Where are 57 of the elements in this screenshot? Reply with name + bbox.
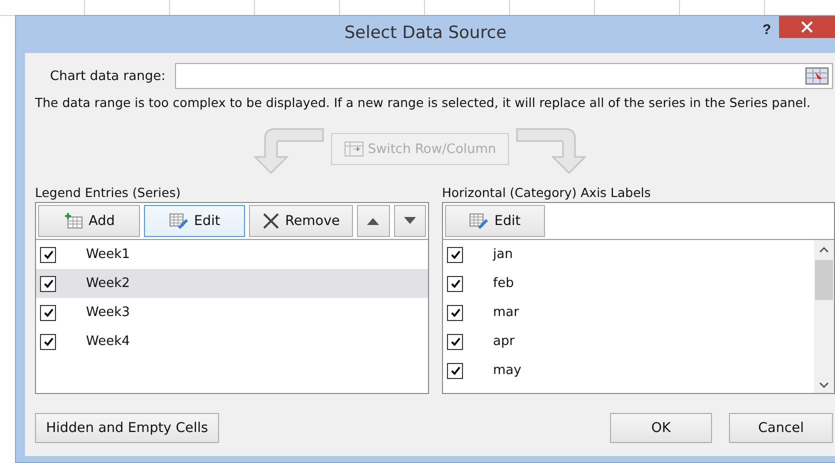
edit-table-icon: [169, 213, 190, 229]
range-picker-icon[interactable]: [805, 67, 829, 85]
switch-table-icon: [344, 141, 364, 157]
series-list-item[interactable]: Week2: [36, 269, 428, 298]
checkbox[interactable]: [40, 334, 56, 350]
checkbox[interactable]: [447, 304, 463, 320]
up-button[interactable]: [357, 205, 390, 237]
window-title: Select Data Source: [344, 22, 507, 42]
category-list-item[interactable]: feb: [443, 269, 814, 298]
down-button[interactable]: [394, 205, 426, 237]
info-message: The data range is too complex to be displayed. If a new range is selected, it will replace all of the series in the Series panel.: [35, 95, 812, 111]
section-label: Legend Entries (Series): [35, 185, 182, 200]
down-triangle-icon: [404, 217, 416, 225]
vertical-scrollbar[interactable]: [814, 240, 834, 393]
category-list-item[interactable]: jan: [443, 240, 814, 269]
check-mark-icon: [450, 365, 460, 376]
checkbox[interactable]: [447, 334, 463, 350]
category-list-item[interactable]: mar: [443, 298, 814, 327]
up-triangle-icon: [367, 217, 380, 225]
close-icon: [801, 21, 813, 33]
field-label: Chart data range:: [50, 68, 166, 84]
series-list-item[interactable]: Week3: [36, 298, 428, 327]
section-label: Horizontal (Category) Axis Labels: [442, 185, 652, 200]
close-button[interactable]: [779, 16, 835, 38]
checkbox[interactable]: [447, 362, 463, 378]
check-mark-icon: [450, 336, 460, 347]
x-icon: [262, 212, 280, 230]
add-table-icon: [64, 213, 84, 229]
edit-table-icon: [469, 213, 490, 229]
check-mark-icon: [450, 307, 460, 318]
category-list-item[interactable]: may: [443, 356, 814, 385]
series-list-item[interactable]: Week4: [36, 327, 428, 356]
check-mark-icon: [450, 249, 460, 260]
category-list-item[interactable]: apr: [443, 327, 814, 356]
cancel-button[interactable]: Cancel: [729, 413, 833, 443]
add-button[interactable]: Add: [38, 205, 140, 237]
remove-button[interactable]: Remove: [248, 205, 354, 237]
check-mark-icon: [42, 307, 54, 318]
checkbox[interactable]: [447, 246, 463, 262]
check-mark-icon: [42, 278, 54, 289]
check-mark-icon: [450, 278, 460, 289]
edit-button[interactable]: Edit: [144, 205, 245, 237]
checkbox[interactable]: [40, 276, 56, 292]
checkbox[interactable]: [40, 304, 56, 320]
check-mark-icon: [42, 249, 54, 260]
hidden-and-empty-cells-button[interactable]: Hidden and Empty Cells: [35, 413, 219, 443]
checkbox[interactable]: [447, 276, 463, 292]
checkbox[interactable]: [40, 246, 56, 262]
check-mark-icon: [42, 336, 54, 347]
scroll-up-icon[interactable]: [819, 246, 829, 254]
scrollbar-thumb[interactable]: [815, 260, 833, 300]
series-list-item[interactable]: Week1: [36, 240, 428, 269]
help-button[interactable]: ?: [756, 20, 777, 38]
edit-button[interactable]: Edit: [445, 205, 545, 237]
ok-button[interactable]: OK: [610, 413, 712, 443]
scroll-down-icon[interactable]: [819, 381, 829, 389]
data-range-field[interactable]: [175, 63, 833, 89]
